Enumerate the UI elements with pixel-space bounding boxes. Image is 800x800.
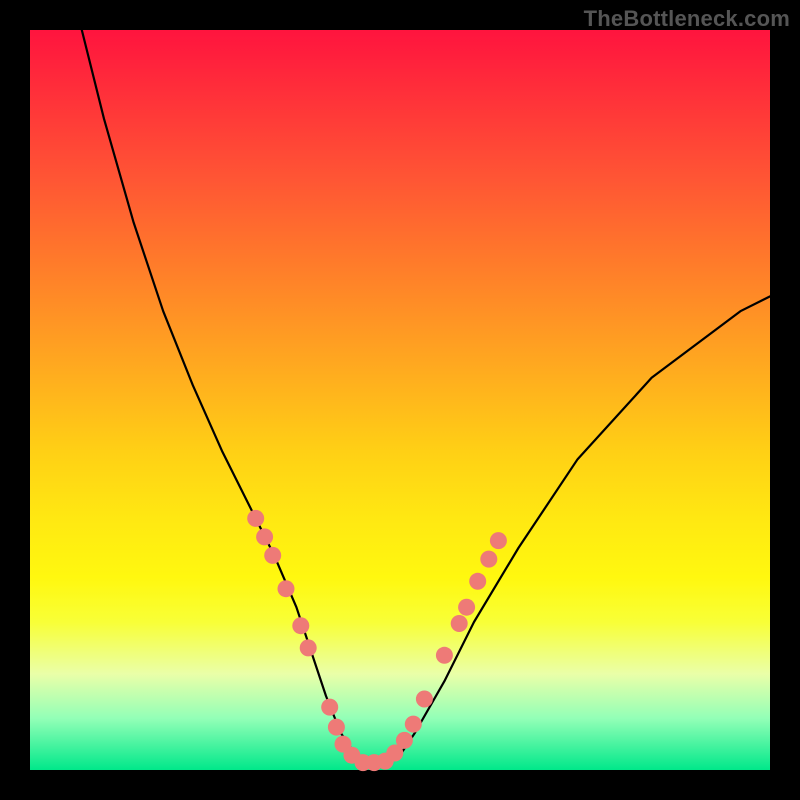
highlight-dot [480, 551, 497, 568]
highlight-dot [396, 732, 413, 749]
highlight-dot [256, 528, 273, 545]
highlight-dot [416, 691, 433, 708]
curve-path [82, 30, 770, 763]
highlight-dot [436, 647, 453, 664]
highlight-dot [292, 617, 309, 634]
highlight-dot [469, 573, 486, 590]
highlight-dot [490, 532, 507, 549]
bottleneck-curve [82, 30, 770, 763]
highlight-dot [321, 699, 338, 716]
chart-frame: TheBottleneck.com [0, 0, 800, 800]
highlight-dot [300, 639, 317, 656]
highlight-dot [247, 510, 264, 527]
highlight-dot [405, 716, 422, 733]
highlight-dot [278, 580, 295, 597]
highlight-dot [328, 719, 345, 736]
highlight-dot [451, 615, 468, 632]
highlighted-dots [247, 510, 507, 771]
highlight-dot [264, 547, 281, 564]
watermark-text: TheBottleneck.com [584, 6, 790, 32]
plot-area [30, 30, 770, 770]
highlight-dot [458, 599, 475, 616]
chart-svg [30, 30, 770, 770]
